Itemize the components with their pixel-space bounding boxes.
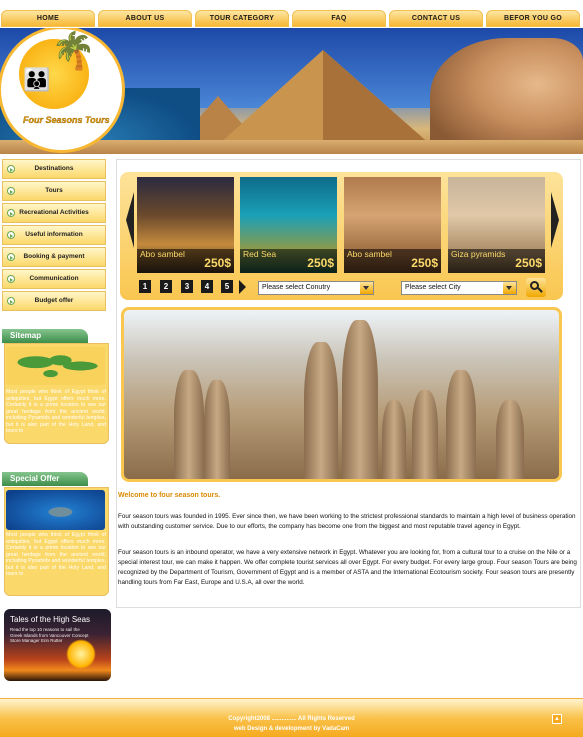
page-button-4[interactable]: 4	[201, 280, 213, 293]
pyramid-shadow	[323, 50, 441, 154]
world-map-image[interactable]	[6, 347, 105, 385]
tour-name: Red Sea	[243, 249, 277, 259]
logo-text: Four Seasons Tours	[23, 115, 110, 125]
statue-shape	[496, 400, 524, 479]
statue-image	[430, 38, 583, 154]
services-paragraph: Four season tours is an inbound operator…	[118, 549, 577, 586]
statue-shape	[382, 400, 406, 479]
tour-name: Giza pyramids	[451, 249, 506, 259]
sidebar-item-tours[interactable]: Tours	[2, 181, 106, 201]
arrow-bullet-icon	[7, 231, 15, 239]
statue-shape	[446, 370, 476, 479]
site-logo[interactable]: 🌴 👪 Four Seasons Tours	[0, 28, 125, 153]
page-button-3[interactable]: 3	[181, 280, 193, 293]
sidebar-item-recreational-activities[interactable]: Recreational Activities	[2, 203, 106, 223]
sidebar-item-budget-offer[interactable]: Budget offer	[2, 291, 106, 311]
nav-faq[interactable]: FAQ	[292, 10, 386, 27]
tour-name: Abo sambel	[347, 249, 392, 259]
statue-shape	[304, 342, 338, 479]
tour-price: 250$	[307, 256, 334, 270]
special-offer-heading: Special Offer	[2, 472, 88, 486]
tour-price: 250$	[515, 256, 542, 270]
arrow-bullet-icon	[7, 209, 15, 217]
tour-card[interactable]: Giza pyramids 250$	[448, 177, 545, 273]
nav-before-you-go[interactable]: BEFOR YOU GO	[486, 10, 580, 27]
sidebar-item-destinations[interactable]: Destinations	[2, 159, 106, 179]
arrow-bullet-icon	[7, 187, 15, 195]
special-offer-text: Most people who think of Egypt think of …	[6, 532, 106, 577]
tour-name: Abo sambel	[140, 249, 185, 259]
city-select-value: Please select City	[405, 284, 461, 291]
sidebar-item-label: Useful information	[25, 231, 83, 238]
slider-next-icon[interactable]	[551, 192, 559, 248]
sidebar-item-label: Destinations	[34, 165, 74, 172]
temple-hero-image	[121, 307, 562, 482]
statue-shape	[412, 390, 438, 479]
search-icon-handle	[537, 287, 543, 293]
tour-price: 250$	[411, 256, 438, 270]
sidebar-item-label: Budget offer	[34, 297, 74, 304]
back-to-top-icon[interactable]: ▲	[552, 714, 562, 724]
nav-about-us[interactable]: ABOUT US	[98, 10, 192, 27]
nav-home[interactable]: HOME	[1, 10, 95, 27]
top-nav: HOME ABOUT US TOUR CATEGORY FAQ CONTACT …	[0, 0, 583, 28]
copyright-text: Copyright2008 ............... All Rights…	[228, 716, 355, 722]
page-button-1[interactable]: 1	[139, 280, 151, 293]
chevron-down-icon	[503, 282, 516, 294]
sitemap-heading: Sitemap	[2, 329, 88, 343]
statue-shape	[204, 380, 230, 479]
arrow-bullet-icon	[7, 253, 15, 261]
sidebar-item-label: Recreational Activities	[19, 209, 89, 216]
palm-tree-icon: 🌴	[51, 30, 96, 71]
sidebar-item-label: Tours	[45, 187, 63, 194]
sidebar-item-label: Booking & payment	[23, 253, 85, 260]
sitemap-text: Most people who think of Egypt think of …	[6, 389, 106, 434]
promo-subtitle: Read the top 10 reasons to sail the Gree…	[10, 627, 89, 643]
statue-shape	[174, 370, 204, 479]
credit-text: web Design & development by VadaCam	[233, 726, 350, 732]
arrow-bullet-icon	[7, 297, 15, 305]
country-select[interactable]: Please select Conutry	[258, 281, 374, 295]
page-button-5[interactable]: 5	[221, 280, 233, 293]
sidebar-item-useful-information[interactable]: Useful information	[2, 225, 106, 245]
tour-card[interactable]: Red Sea 250$	[240, 177, 337, 273]
intro-paragraph: Four season tours was founded in 1995. E…	[118, 513, 576, 530]
turtle-image[interactable]	[6, 490, 105, 530]
arrow-bullet-icon	[7, 275, 15, 283]
nav-tour-category[interactable]: TOUR CATEGORY	[195, 10, 289, 27]
tour-price: 250$	[204, 256, 231, 270]
play-icon[interactable]	[239, 280, 246, 294]
sunset-image	[66, 639, 96, 669]
chevron-down-icon	[360, 282, 373, 294]
promo-banner[interactable]: Tales of the High Seas Read the top 10 r…	[4, 609, 111, 681]
tour-card[interactable]: Abo sambel 250$	[344, 177, 441, 273]
page-button-2[interactable]: 2	[160, 280, 172, 293]
promo-title: Tales of the High Seas	[10, 615, 91, 624]
city-select[interactable]: Please select City	[401, 281, 517, 295]
search-button[interactable]	[526, 278, 546, 297]
statue-shape	[342, 320, 378, 479]
slider-prev-icon[interactable]	[126, 192, 134, 248]
sidebar-item-communication[interactable]: Communication	[2, 269, 106, 289]
tour-card[interactable]: Abo sambel 250$	[137, 177, 234, 273]
travelers-icon: 👪	[23, 67, 51, 92]
nav-contact-us[interactable]: CONTACT US	[389, 10, 483, 27]
country-select-value: Please select Conutry	[262, 284, 331, 291]
sidebar-item-label: Communication	[29, 275, 79, 282]
welcome-heading: Welcome to four season tours.	[118, 492, 221, 499]
sidebar-item-booking-payment[interactable]: Booking & payment	[2, 247, 106, 267]
arrow-bullet-icon	[7, 165, 15, 173]
header-banner: 🌴 👪 Four Seasons Tours	[0, 28, 583, 154]
